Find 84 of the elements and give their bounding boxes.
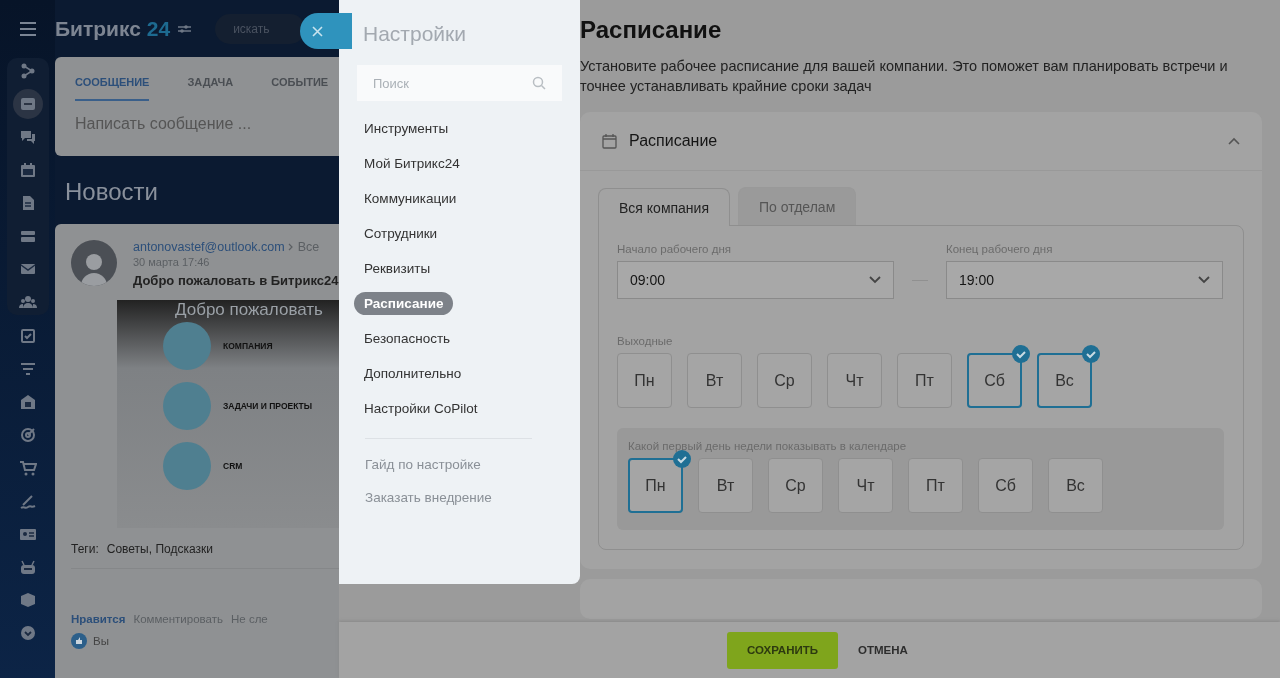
tags-text[interactable]: Советы, Подсказки xyxy=(106,542,213,556)
menu-item[interactable]: Мой Битрикс24 xyxy=(354,152,470,175)
day-toggle[interactable]: Вт xyxy=(687,353,742,408)
field-label: Начало рабочего дня xyxy=(617,243,732,255)
check-icon xyxy=(1082,345,1100,363)
banner-title: Добро пожаловать xyxy=(175,300,323,320)
tags-label: Теги: xyxy=(71,542,99,556)
day-toggle[interactable]: Пн xyxy=(628,458,683,513)
step-circle xyxy=(163,442,211,490)
day-toggle[interactable]: Пн xyxy=(617,353,672,408)
step-circle xyxy=(163,322,211,370)
card-title: Расписание xyxy=(629,132,718,150)
checkbox-icon[interactable] xyxy=(18,327,37,345)
menu-title: Настройки xyxy=(362,22,467,46)
robot-icon[interactable] xyxy=(18,558,37,576)
cart-icon[interactable] xyxy=(18,459,37,477)
check-icon xyxy=(1012,345,1030,363)
day-toggle[interactable]: Чт xyxy=(827,353,882,408)
close-icon xyxy=(312,25,323,37)
post-title: Добро пожаловать в Битрикс24 xyxy=(133,273,339,288)
sliders-icon[interactable] xyxy=(178,23,192,34)
day-toggle[interactable]: Вс xyxy=(1048,458,1103,513)
menu-link[interactable]: Заказать внедрение xyxy=(357,490,562,505)
check-icon xyxy=(673,450,691,468)
app-logo: Битрикс 24 xyxy=(55,16,171,41)
menu-link[interactable]: Гайд по настройке xyxy=(357,457,562,472)
save-button[interactable]: СОХРАНИТЬ xyxy=(727,631,839,669)
people-icon[interactable] xyxy=(18,293,37,311)
step-circle xyxy=(163,382,211,430)
news-feed-icon[interactable] xyxy=(18,95,37,113)
start-time-select[interactable]: 09:00 xyxy=(617,261,894,299)
menu-item[interactable]: Дополнительно xyxy=(354,362,472,385)
step-label: КОМПАНИЯ xyxy=(223,341,273,351)
close-button[interactable] xyxy=(300,13,352,49)
menu-item[interactable]: Расписание xyxy=(354,292,454,315)
day-toggle[interactable]: Вс xyxy=(1037,353,1092,408)
chevron-down-icon xyxy=(869,276,881,284)
schedule-tab[interactable]: По отделам xyxy=(738,187,857,225)
schedule-tab[interactable]: Вся компания xyxy=(598,188,730,226)
page-title: Расписание xyxy=(580,16,723,44)
target-icon[interactable] xyxy=(18,426,37,444)
cancel-button[interactable]: ОТМЕНА xyxy=(852,643,914,657)
menu-item[interactable]: Настройки CoPilot xyxy=(354,397,488,420)
author-link[interactable]: antonovastef@outlook.com xyxy=(133,240,285,254)
end-time-select[interactable]: 19:00 xyxy=(946,261,1223,299)
day-toggle[interactable]: Пт xyxy=(908,458,963,513)
day-toggle[interactable]: Чт xyxy=(838,458,893,513)
composer-tab[interactable]: ЗАДАЧА xyxy=(187,76,234,101)
step-label: CRM xyxy=(223,461,243,471)
day-toggle[interactable]: Вт xyxy=(698,458,753,513)
step-label: ЗАДАЧИ И ПРОЕКТЫ xyxy=(223,401,313,411)
composer-tab[interactable]: СОБЫТИЕ xyxy=(271,76,329,101)
composer-tab[interactable]: СООБЩЕНИЕ xyxy=(75,76,150,101)
menu-item[interactable]: Инструменты xyxy=(354,117,459,140)
section-title: Новости xyxy=(64,177,159,207)
menu-item[interactable]: Безопасность xyxy=(354,327,461,350)
calendar-icon xyxy=(602,133,617,149)
day-toggle[interactable]: Ср xyxy=(757,353,812,408)
pen-icon[interactable] xyxy=(18,492,37,510)
field-label: Конец рабочего дня xyxy=(946,243,1054,255)
chat-icon[interactable] xyxy=(18,128,37,146)
chevron-down-icon xyxy=(1198,276,1210,284)
search-icon xyxy=(532,76,546,90)
page-description: Установите рабочее расписание для вашей компании. Это поможет вам планировать встречи и точнее устанавливать крайние сроки задач xyxy=(580,57,1229,96)
chevron-right-icon xyxy=(288,243,295,251)
calendar-icon[interactable] xyxy=(18,161,37,179)
menu-icon[interactable] xyxy=(18,22,37,36)
day-toggle[interactable]: Пт xyxy=(897,353,952,408)
day-toggle[interactable]: Сб xyxy=(967,353,1022,408)
box-icon[interactable] xyxy=(18,591,37,609)
day-toggle[interactable]: Ср xyxy=(768,458,823,513)
menu-item[interactable]: Сотрудники xyxy=(354,222,448,245)
thumbs-up-icon xyxy=(71,633,87,649)
building-icon[interactable] xyxy=(18,393,37,411)
funnel-icon[interactable] xyxy=(18,360,37,378)
chevron-up-icon[interactable] xyxy=(1228,137,1240,145)
avatar-icon xyxy=(71,240,117,286)
menu-item[interactable]: Коммуникации xyxy=(354,187,467,210)
chevron-down-icon[interactable] xyxy=(18,624,37,642)
day-toggle[interactable]: Сб xyxy=(978,458,1033,513)
menu-item[interactable]: Реквизиты xyxy=(354,257,441,280)
field-label: Выходные xyxy=(617,335,674,347)
like-link[interactable]: Нравится xyxy=(71,613,126,625)
likes-text[interactable]: Вы xyxy=(93,635,109,647)
